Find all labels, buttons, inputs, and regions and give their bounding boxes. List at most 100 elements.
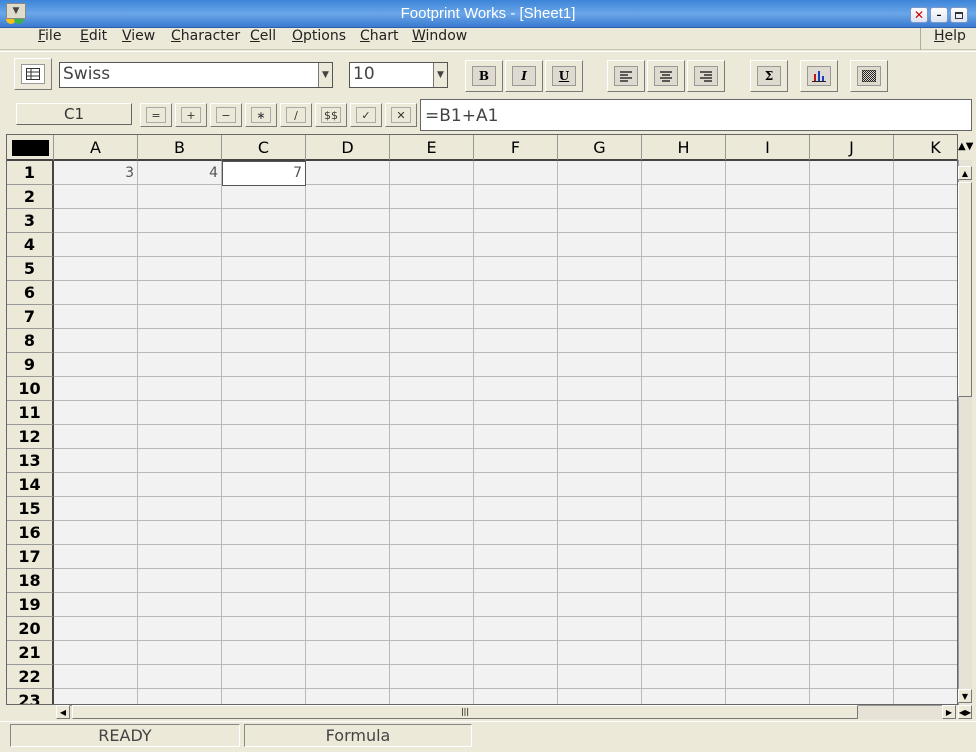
row-header-21[interactable]: 21 [7,641,54,665]
minus-button[interactable]: − [210,103,242,127]
row-header-4[interactable]: 4 [7,233,54,257]
close-button[interactable]: ✕ [910,7,928,23]
scroll-right-button[interactable]: ▶ [942,705,956,719]
chevron-down-icon[interactable]: ▼ [433,63,447,87]
row-header-22[interactable]: 22 [7,665,54,689]
underline-button[interactable]: U [545,60,583,92]
bold-button[interactable]: B [465,60,503,92]
cell-b1[interactable]: 4 [138,161,222,185]
row-header-6[interactable]: 6 [7,281,54,305]
menu-window[interactable]: Window [410,28,469,44]
slash-icon: ∕ [286,107,306,123]
row-header-17[interactable]: 17 [7,545,54,569]
column-header-e[interactable]: E [390,135,474,161]
pattern-button[interactable] [850,60,888,92]
system-menu-button[interactable]: ▼ [6,3,26,19]
column-header-c[interactable]: C [222,135,306,161]
horizontal-scroll-thumb[interactable]: ||| [72,705,858,719]
plus-button[interactable]: + [175,103,207,127]
menu-chart[interactable]: Chart [358,28,400,44]
row-header-18[interactable]: 18 [7,569,54,593]
multiply-button[interactable]: ∗ [245,103,277,127]
select-all-corner[interactable] [7,135,54,161]
align-right-icon [694,66,718,86]
align-left-button[interactable] [607,60,645,92]
vertical-scroll-thumb[interactable] [958,182,972,397]
autosum-button[interactable]: Σ [750,60,788,92]
column-header-h[interactable]: H [642,135,726,161]
align-center-button[interactable] [647,60,685,92]
formula-input[interactable]: =B1+A1 [420,99,972,131]
column-header-i[interactable]: I [726,135,810,161]
row-header-11[interactable]: 11 [7,401,54,425]
row-header-9[interactable]: 9 [7,353,54,377]
column-header-k[interactable]: K [894,135,957,161]
row-header-10[interactable]: 10 [7,377,54,401]
cell-c1[interactable]: 7 [222,161,306,185]
row-header-19[interactable]: 19 [7,593,54,617]
row-header-8[interactable]: 8 [7,329,54,353]
row-header-5[interactable]: 5 [7,257,54,281]
column-header-j[interactable]: J [810,135,894,161]
column-scroll-toggle[interactable]: ▲▼ [958,134,973,160]
row-header-14[interactable]: 14 [7,473,54,497]
row-header-15[interactable]: 15 [7,497,54,521]
row-header-12[interactable]: 12 [7,425,54,449]
align-right-button[interactable] [687,60,725,92]
equals-button[interactable]: = [140,103,172,127]
chart-button[interactable] [800,60,838,92]
grid-view-button[interactable] [14,58,52,90]
column-header-a[interactable]: A [54,135,138,161]
font-name-select[interactable]: Swiss ▼ [59,62,333,88]
check-icon: ✓ [356,107,376,123]
cell-area[interactable] [54,161,957,704]
row-header-13[interactable]: 13 [7,449,54,473]
row-header-16[interactable]: 16 [7,521,54,545]
cell-reference-box[interactable]: C1 [16,103,132,125]
maximize-icon [955,11,963,19]
split-handle[interactable]: ◀▶ [958,705,972,719]
row-header-7[interactable]: 7 [7,305,54,329]
row-header-2[interactable]: 2 [7,185,54,209]
scroll-up-button[interactable]: ▲ [958,166,972,180]
column-header-b[interactable]: B [138,135,222,161]
accept-button[interactable]: ✓ [350,103,382,127]
menu-cell[interactable]: Cell [248,28,278,44]
align-left-icon [614,66,638,86]
row-header-3[interactable]: 3 [7,209,54,233]
maximize-button[interactable] [950,7,968,23]
chevron-down-icon[interactable]: ▼ [318,63,332,87]
column-header-d[interactable]: D [306,135,390,161]
row-header-23[interactable]: 23 [7,689,54,704]
menu-file[interactable]: File [36,28,63,44]
align-center-icon [654,66,678,86]
minimize-icon: – [936,9,942,21]
window-title: Footprint Works - [Sheet1] [400,5,576,22]
cell-a1[interactable]: 3 [54,161,138,185]
currency-button[interactable]: $$ [315,103,347,127]
chevron-right-icon: ▶ [945,707,953,717]
cancel-button[interactable]: ✕ [385,103,417,127]
asterisk-icon: ∗ [251,107,271,123]
column-header-f[interactable]: F [474,135,558,161]
close-icon: ✕ [913,8,925,22]
minus-icon: − [216,107,236,123]
row-header-1[interactable]: 1 [7,161,54,185]
bold-icon: B [472,66,496,86]
menu-options[interactable]: Options [290,28,348,44]
scroll-left-button[interactable]: ◀ [56,705,70,719]
row-header-20[interactable]: 20 [7,617,54,641]
menu-edit[interactable]: Edit [78,28,109,44]
menu-character[interactable]: Character [169,28,242,44]
spreadsheet-grid[interactable]: ABCDEFGHIJK 1 2 3 4 5 6 7 8 9 10 11 12 13 14 15 16 17 18 1… [6,134,958,705]
font-size-select[interactable]: 10 ▼ [349,62,448,88]
pattern-icon [857,66,881,86]
menu-help[interactable]: Help [932,28,968,44]
font-name-value: Swiss [63,64,111,84]
divide-button[interactable]: ∕ [280,103,312,127]
minimize-button[interactable]: – [930,7,948,23]
italic-button[interactable]: I [505,60,543,92]
column-header-g[interactable]: G [558,135,642,161]
menu-view[interactable]: View [120,28,157,44]
scroll-down-button[interactable]: ▼ [958,689,972,703]
